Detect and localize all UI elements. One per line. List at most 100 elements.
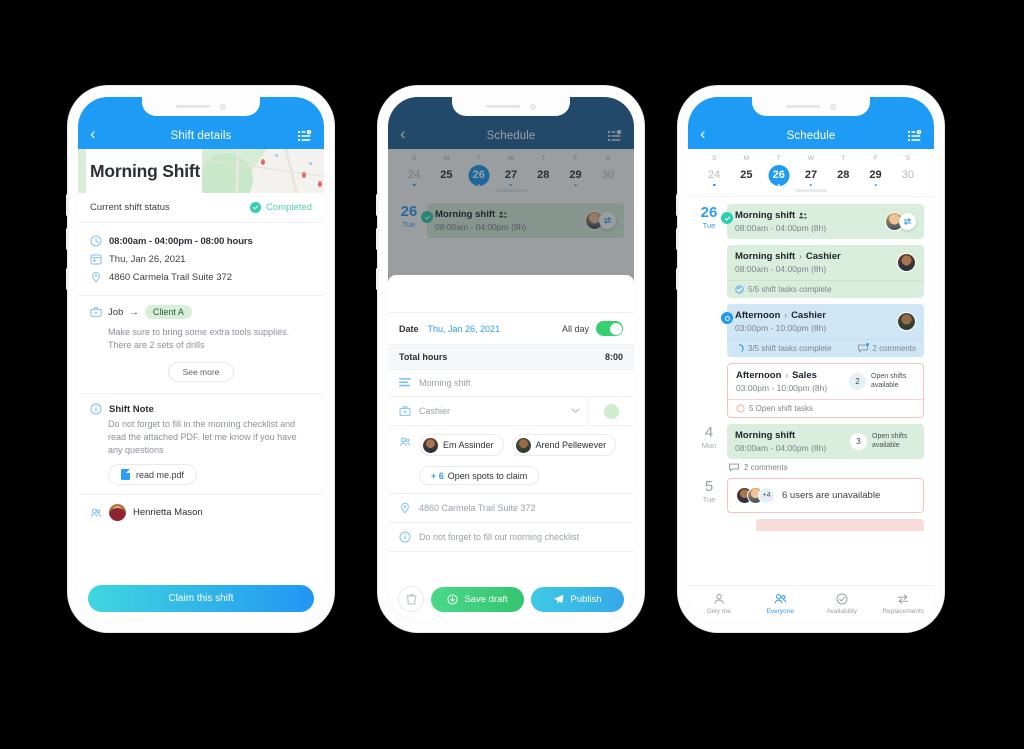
empty-circle-icon xyxy=(736,404,745,413)
calendar-day-selected[interactable]: 26 xyxy=(763,165,795,187)
day-weekday: Tue xyxy=(702,494,716,504)
calendar-day[interactable]: 29 xyxy=(859,165,891,187)
calendar-day-row: 24 25 26 27 28 29 30 xyxy=(698,165,924,187)
delete-button[interactable] xyxy=(398,586,424,612)
calendar-day[interactable]: 24 xyxy=(698,165,730,187)
role-row[interactable]: Cashier xyxy=(388,397,634,426)
speaker-icon xyxy=(176,105,210,108)
status-badge: Completed xyxy=(266,202,312,213)
open-spots-chip[interactable]: + 6 Open spots to claim xyxy=(419,466,540,485)
unavailable-card[interactable]: +4 6 users are unavailable xyxy=(727,478,924,513)
date-label: Date xyxy=(399,323,419,334)
address-row[interactable]: 4860 Carmela Trail Suite 372 xyxy=(388,494,634,523)
weekday-label: W xyxy=(807,155,815,162)
detail-date-text: Thu, Jan 26, 2021 xyxy=(109,253,186,265)
shift-color-picker[interactable] xyxy=(588,397,634,425)
note-row[interactable]: Do not forget to fill out morning checkl… xyxy=(388,523,634,552)
save-draft-button[interactable]: Save draft xyxy=(431,586,524,612)
detail-time: 08:00am - 04:00pm - 08:00 hours xyxy=(90,232,312,250)
speaker-icon xyxy=(786,105,820,108)
see-more-button[interactable]: See more xyxy=(167,362,235,383)
weekday-label: T xyxy=(776,155,781,162)
back-button[interactable]: ‹ xyxy=(700,125,720,142)
shift-card[interactable]: Morning shift 08:00am - 04:00pm (8h) 3 O… xyxy=(727,424,924,459)
progress-circle-icon xyxy=(735,344,744,353)
tasks-status[interactable]: 5/5 shift tasks complete xyxy=(735,285,832,294)
job-label: Job xyxy=(108,306,124,318)
comments-status[interactable]: 2 comments xyxy=(727,463,924,472)
calendar-day[interactable]: 30 xyxy=(892,165,924,187)
assignee-chip-name: Arend Pellewever xyxy=(535,440,607,450)
tab-everyone[interactable]: Everyone xyxy=(750,592,812,615)
shift-name-value: Morning shift xyxy=(419,378,471,388)
weekday-label: T xyxy=(841,155,846,162)
claim-shift-button[interactable]: Claim this shift xyxy=(88,585,314,612)
pdf-file-icon xyxy=(121,469,130,481)
map-thumbnail[interactable] xyxy=(202,149,324,193)
tab-only-me[interactable]: Only me xyxy=(688,592,750,615)
shift-name-row[interactable]: Morning shift xyxy=(388,370,634,397)
phone2-notch xyxy=(452,97,570,116)
day-number: 4 xyxy=(704,424,714,441)
tab-availability[interactable]: Availability xyxy=(811,592,873,615)
publish-button[interactable]: Publish xyxy=(531,586,624,612)
open-shift-card[interactable]: Afternoon › Sales 03:00pm - 10:00pm (8h)… xyxy=(727,363,924,418)
assignee-chip[interactable]: Em Assinder xyxy=(419,434,504,456)
status-section: Current shift status Completed xyxy=(78,193,324,223)
tab-replacements[interactable]: Replacements xyxy=(873,592,935,615)
job-description: Make sure to bring some extra tools supp… xyxy=(108,327,290,351)
back-button[interactable]: ‹ xyxy=(90,125,110,142)
speaker-icon xyxy=(486,105,520,108)
avatar-overflow-count: +4 xyxy=(758,487,775,504)
client-badge: Client A xyxy=(144,305,192,319)
agenda-clock-icon[interactable] xyxy=(902,130,922,142)
avatar xyxy=(515,437,531,453)
chevron-right-icon: › xyxy=(785,371,789,380)
calendar-day[interactable]: 25 xyxy=(730,165,762,187)
allday-label: All day xyxy=(561,323,589,334)
user-icon xyxy=(688,592,750,606)
allday-toggle[interactable] xyxy=(596,321,623,336)
agenda-clock-icon[interactable] xyxy=(292,130,312,142)
camera-icon xyxy=(530,103,536,110)
day-row: 26 Tue Morning shift 08:00am - 04:00pm (… xyxy=(698,204,924,418)
detail-location-text: 4860 Carmela Trail Suite 372 xyxy=(109,271,233,283)
shift-card-title: Morning shift xyxy=(735,210,796,221)
shift-details-section: 08:00am - 04:00pm - 08:00 hours Thu, Jan… xyxy=(78,223,324,296)
attachment-chip[interactable]: read me.pdf xyxy=(108,464,198,486)
comment-icon xyxy=(858,343,870,353)
avatar xyxy=(423,437,438,453)
open-tasks-status[interactable]: 5 Open shift tasks xyxy=(736,404,813,413)
detail-location: 4860 Carmela Trail Suite 372 xyxy=(90,268,312,286)
shift-card[interactable]: Morning shift 08:00am - 04:00pm (8h) xyxy=(721,204,924,239)
open-spots-count: + 6 xyxy=(431,470,444,481)
assignees-row: Em Assinder Arend Pellewever + 6 Open sp… xyxy=(388,426,634,494)
briefcase-icon xyxy=(399,405,411,417)
job-section: Job → Client A Make sure to bring some e… xyxy=(78,296,324,395)
cta-container: Claim this shift xyxy=(78,578,324,621)
comments-status[interactable]: 2 comments xyxy=(858,343,916,353)
role-value: Cashier xyxy=(419,406,451,416)
calendar-day[interactable]: 27 xyxy=(795,165,827,187)
swap-icon[interactable] xyxy=(899,213,916,230)
phone3-calendar-strip[interactable]: S M T W T F S 24 25 26 27 28 29 30 xyxy=(688,149,934,196)
shift-card[interactable]: Morning shift › Cashier 08:00am - 04:00p… xyxy=(727,245,924,298)
calendar-day[interactable]: 28 xyxy=(827,165,859,187)
assignee-chip[interactable]: Arend Pellewever xyxy=(511,434,617,456)
date-value[interactable]: Thu, Jan 26, 2021 xyxy=(428,324,501,334)
shift-card-title: Afternoon xyxy=(735,310,781,321)
chevron-down-icon[interactable] xyxy=(571,408,580,414)
calendar-drag-handle[interactable] xyxy=(795,189,827,192)
assignee-section: Henrietta Mason xyxy=(78,495,324,543)
screenshot-stage: ‹ Shift details Morning Shift Current sh… xyxy=(0,0,1024,749)
phone3-notch xyxy=(752,97,870,116)
day-row: 5 Tue +4 6 users are unavailable xyxy=(698,478,924,531)
phone-mockup-shift-details: ‹ Shift details Morning Shift Current sh… xyxy=(66,86,334,632)
avatar xyxy=(897,312,916,331)
shift-card[interactable]: Afternoon › Cashier 03:00pm - 10:00pm (8… xyxy=(721,304,924,357)
shift-card-time: 08:00am - 04:00pm (8h) xyxy=(735,443,827,453)
tab-label: Replacements xyxy=(882,608,925,615)
day-weekday: Tue xyxy=(702,220,716,230)
date-row[interactable]: Date Thu, Jan 26, 2021 All day xyxy=(388,313,634,345)
tasks-status[interactable]: 3/5 shift tasks complete xyxy=(735,344,832,353)
